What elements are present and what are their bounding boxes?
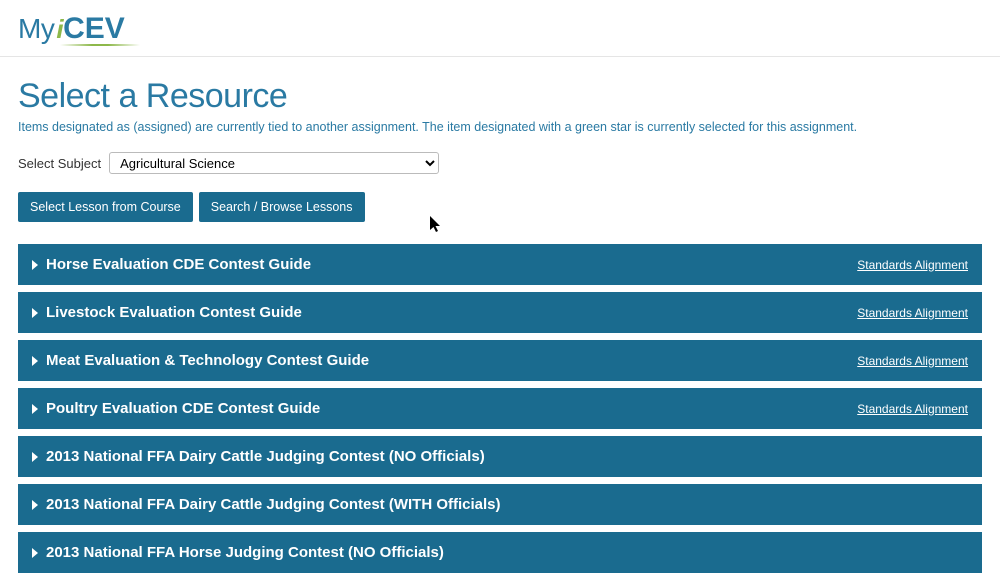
resource-left: 2013 National FFA Dairy Cattle Judging C… <box>32 496 501 513</box>
resource-left: Livestock Evaluation Contest Guide <box>32 304 302 321</box>
page-title: Select a Resource <box>18 77 982 116</box>
caret-right-icon <box>32 404 38 414</box>
caret-right-icon <box>32 356 38 366</box>
subject-label: Select Subject <box>18 156 101 171</box>
caret-right-icon <box>32 500 38 510</box>
logo[interactable]: My i CEV <box>18 12 125 46</box>
resource-title: 2013 National FFA Dairy Cattle Judging C… <box>46 448 485 465</box>
resource-left: 2013 National FFA Dairy Cattle Judging C… <box>32 448 485 465</box>
resource-item[interactable]: 2013 National FFA Horse Judging Contest … <box>18 532 982 573</box>
resource-item[interactable]: 2013 National FFA Dairy Cattle Judging C… <box>18 484 982 525</box>
header: My i CEV <box>0 0 1000 57</box>
logo-i: i <box>56 14 63 45</box>
resource-left: Meat Evaluation & Technology Contest Gui… <box>32 352 369 369</box>
resource-title: Horse Evaluation CDE Contest Guide <box>46 256 311 273</box>
resource-item[interactable]: Poultry Evaluation CDE Contest Guide Stan… <box>18 388 982 429</box>
resource-item[interactable]: 2013 National FFA Dairy Cattle Judging C… <box>18 436 982 477</box>
subject-select[interactable]: Agricultural Science <box>109 152 439 174</box>
standards-alignment-link[interactable]: Standards Alignment <box>857 258 968 272</box>
resource-item[interactable]: Horse Evaluation CDE Contest Guide Standa… <box>18 244 982 285</box>
search-browse-button[interactable]: Search / Browse Lessons <box>199 192 365 222</box>
standards-alignment-link[interactable]: Standards Alignment <box>857 306 968 320</box>
standards-alignment-link[interactable]: Standards Alignment <box>857 354 968 368</box>
caret-right-icon <box>32 260 38 270</box>
page-subtitle: Items designated as (assigned) are curre… <box>18 120 982 134</box>
standards-alignment-link[interactable]: Standards Alignment <box>857 402 968 416</box>
resource-title: Livestock Evaluation Contest Guide <box>46 304 302 321</box>
resource-item[interactable]: Meat Evaluation & Technology Contest Gui… <box>18 340 982 381</box>
content: Select a Resource Items designated as (a… <box>0 57 1000 573</box>
resource-left: 2013 National FFA Horse Judging Contest … <box>32 544 444 561</box>
resource-left: Horse Evaluation CDE Contest Guide <box>32 256 311 273</box>
resource-title: Meat Evaluation & Technology Contest Gui… <box>46 352 369 369</box>
resource-title: 2013 National FFA Dairy Cattle Judging C… <box>46 496 501 513</box>
resource-title: Poultry Evaluation CDE Contest Guide <box>46 400 320 417</box>
caret-right-icon <box>32 308 38 318</box>
caret-right-icon <box>32 548 38 558</box>
button-row: Select Lesson from Course Search / Brows… <box>18 192 982 222</box>
resource-title: 2013 National FFA Horse Judging Contest … <box>46 544 444 561</box>
logo-my: My <box>18 13 54 45</box>
caret-right-icon <box>32 452 38 462</box>
select-lesson-button[interactable]: Select Lesson from Course <box>18 192 193 222</box>
logo-cev: CEV <box>63 12 125 46</box>
subject-row: Select Subject Agricultural Science <box>18 152 982 174</box>
resource-left: Poultry Evaluation CDE Contest Guide <box>32 400 320 417</box>
resource-list: Horse Evaluation CDE Contest Guide Standa… <box>18 244 982 573</box>
resource-item[interactable]: Livestock Evaluation Contest Guide Standa… <box>18 292 982 333</box>
